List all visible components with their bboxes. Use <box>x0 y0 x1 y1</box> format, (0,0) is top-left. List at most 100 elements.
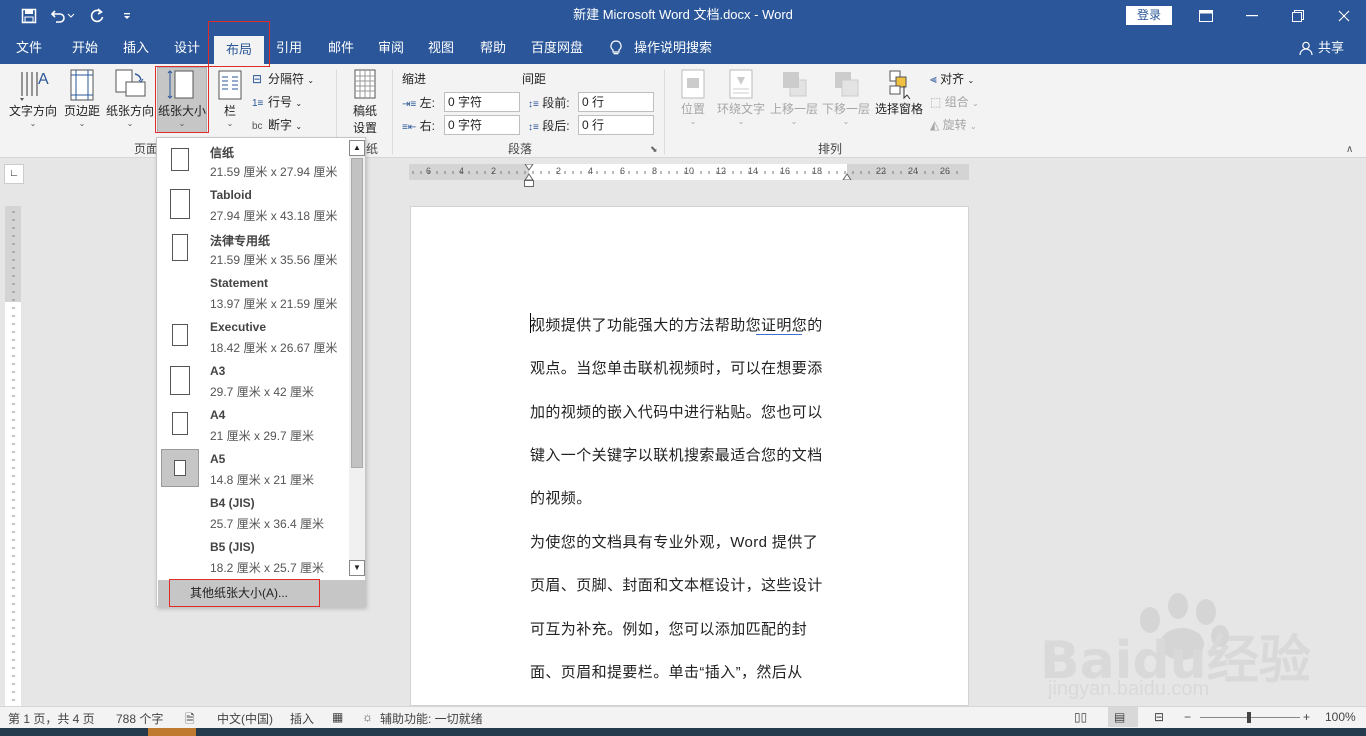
page-count[interactable]: 第 1 页，共 4 页 <box>8 710 95 727</box>
page-setup-group-label: 页面 <box>134 142 159 156</box>
send-backward-icon <box>835 72 859 97</box>
doc-line[interactable]: 视频提供了功能强大的方法帮助您证明您的 <box>530 314 823 335</box>
hyphenation-button[interactable]: bc 断字 ⌄ <box>252 116 328 133</box>
paper-size-item-a3[interactable]: A3 29.7 厘米 x 42 厘米 <box>157 358 349 402</box>
left-indent-marker[interactable] <box>524 180 534 187</box>
ribbon-display-options-icon[interactable] <box>1184 0 1228 32</box>
undo-dropdown-icon[interactable] <box>66 6 76 26</box>
tell-me-search[interactable]: 操作说明搜索 <box>634 32 714 64</box>
ruler-label: 22 <box>876 166 887 176</box>
tab-design[interactable]: 设计 <box>166 32 208 64</box>
send-backward-button[interactable]: 下移一层 ⌄ <box>820 68 872 126</box>
lightbulb-icon <box>606 32 626 64</box>
doc-line[interactable]: 加的视频的嵌入代码中进行粘贴。您也可以 <box>530 401 823 422</box>
read-mode-icon[interactable]: ▯▯ <box>1074 710 1087 724</box>
draft-settings-button[interactable]: 稿纸 设置 <box>345 68 385 136</box>
vertical-ruler[interactable] <box>5 206 21 706</box>
breaks-icon: ⊟ <box>252 72 263 86</box>
zoom-level[interactable]: 100% <box>1325 710 1356 724</box>
tab-baidu-netdisk[interactable]: 百度网盘 <box>526 32 588 64</box>
paper-size-item-legal[interactable]: 法律专用纸 21.59 厘米 x 35.56 厘米 <box>157 226 349 270</box>
dropdown-scrollbar[interactable]: ▲ ▼ <box>349 140 365 576</box>
paper-size-item-executive[interactable]: Executive 18.42 厘米 x 26.67 厘米 <box>157 314 349 358</box>
align-button[interactable]: ⫷ 对齐 ⌄ <box>930 70 974 87</box>
restore-icon[interactable] <box>1276 0 1320 32</box>
paper-size-item-tabloid[interactable]: Tabloid 27.94 厘米 x 43.18 厘米 <box>157 182 349 226</box>
taskbar-edge <box>0 728 1366 736</box>
ruler-label: 26 <box>940 166 951 176</box>
columns-button[interactable]: 栏 ⌄ <box>212 68 248 128</box>
print-layout-glyph: ▤ <box>1114 710 1126 724</box>
highlight-box <box>155 66 209 133</box>
accessibility-status[interactable]: 辅助功能: 一切就绪 <box>380 710 483 727</box>
group-button[interactable]: ⬚ 组合 ⌄ <box>930 93 979 110</box>
paper-size-item-a5[interactable]: A5 14.8 厘米 x 21 厘米 <box>157 446 349 490</box>
close-icon[interactable] <box>1322 0 1366 32</box>
draft-settings-label-2: 设置 <box>352 121 377 135</box>
customize-toolbar-icon[interactable] <box>116 6 138 26</box>
macro-icon[interactable]: ▦ <box>332 710 343 724</box>
word-count[interactable]: 788 个字 <box>116 710 163 727</box>
tab-home[interactable]: 开始 <box>64 32 106 64</box>
doc-line[interactable]: 面、页眉和提要栏。单击“插入”，然后从 <box>530 661 803 682</box>
scroll-up-icon[interactable]: ▲ <box>349 140 365 156</box>
paper-size-item-statement[interactable]: Statement 13.97 厘米 x 21.59 厘米 <box>157 270 349 314</box>
paper-size-item-b4-jis[interactable]: B4 (JIS) 25.7 厘米 x 36.4 厘米 <box>157 490 349 534</box>
doc-line[interactable]: 的视频。 <box>530 487 592 508</box>
minimize-icon[interactable] <box>1230 0 1274 32</box>
paper-size-item-a4[interactable]: A4 21 厘米 x 29.7 厘米 <box>157 402 349 446</box>
doc-line[interactable]: 为使您的文档具有专业外观，Word 提供了 <box>530 531 818 552</box>
doc-line[interactable]: 观点。当您单击联机视频时，可以在想要添 <box>530 357 823 378</box>
collapse-ribbon-icon[interactable]: ∧ <box>1346 144 1353 155</box>
zoom-slider-thumb[interactable] <box>1247 712 1251 723</box>
wrap-text-button[interactable]: 环绕文字 ⌄ <box>714 68 768 126</box>
tab-references[interactable]: 引用 <box>268 32 310 64</box>
ruler-label: 2 <box>556 166 562 176</box>
language-indicator[interactable]: 中文(中国) <box>217 710 273 727</box>
columns-label: 栏 <box>223 104 236 118</box>
tab-view[interactable]: 视图 <box>420 32 462 64</box>
tab-insert[interactable]: 插入 <box>115 32 157 64</box>
scroll-thumb[interactable] <box>351 158 363 468</box>
save-icon[interactable] <box>18 6 40 26</box>
line-numbers-button[interactable]: 1≡ 行号 ⌄ <box>252 93 328 110</box>
hyphenation-icon: bc <box>252 121 263 132</box>
orientation-button[interactable]: 纸张方向 ⌄ <box>104 68 156 128</box>
doc-line[interactable]: 可互为补充。例如，您可以添加匹配的封 <box>530 618 807 639</box>
margins-button[interactable]: 页边距 ⌄ <box>62 68 102 128</box>
paper-size-item-letter[interactable]: 信纸 21.59 厘米 x 27.94 厘米 <box>157 138 349 182</box>
horizontal-ruler[interactable]: 6 4 2 2 4 6 8 10 12 14 16 18 22 24 26 <box>409 164 969 180</box>
redo-icon[interactable] <box>86 6 108 26</box>
zoom-in-icon[interactable]: + <box>1303 710 1310 724</box>
paper-size-item-b5-jis[interactable]: B5 (JIS) 18.2 厘米 x 25.7 厘米 <box>157 534 349 578</box>
login-button[interactable]: 登录 <box>1126 6 1172 25</box>
arrange-group-label: 排列 <box>818 142 843 156</box>
bring-forward-button[interactable]: 上移一层 ⌄ <box>768 68 820 126</box>
indent-left-label: ⇥≡ 左: <box>402 96 435 110</box>
rotate-button[interactable]: ◭ 旋转 ⌄ <box>930 116 977 133</box>
text-direction-button[interactable]: A 文字方向 ⌄ <box>6 68 60 128</box>
indent-right-input[interactable]: 0 字符 <box>444 115 520 135</box>
share-button[interactable]: 共享 <box>1316 32 1346 64</box>
spacing-after-input[interactable]: 0 行 <box>578 115 654 135</box>
tab-file[interactable]: 文件 <box>8 32 50 64</box>
ruler-label: 10 <box>684 166 695 176</box>
zoom-out-icon[interactable]: − <box>1184 710 1191 724</box>
tab-help[interactable]: 帮助 <box>472 32 514 64</box>
tab-review[interactable]: 审阅 <box>370 32 412 64</box>
doc-line[interactable]: 页眉、页脚、封面和文本框设计，这些设计 <box>530 574 823 595</box>
tab-selector-icon[interactable]: ∟ <box>4 164 24 184</box>
breaks-button[interactable]: ⊟ 分隔符 ⌄ <box>252 70 328 87</box>
scroll-down-icon[interactable]: ▼ <box>349 560 365 576</box>
web-layout-icon[interactable]: ⊟ <box>1154 710 1164 724</box>
position-button[interactable]: 位置 ⌄ <box>672 68 714 126</box>
doc-line[interactable]: 键入一个关键字以联机搜索最适合您的文档 <box>530 444 823 465</box>
tab-mailings[interactable]: 邮件 <box>320 32 362 64</box>
indent-left-input[interactable]: 0 字符 <box>444 92 520 112</box>
spacing-before-input[interactable]: 0 行 <box>578 92 654 112</box>
accessibility-icon[interactable]: ☼ <box>362 710 373 724</box>
insert-mode[interactable]: 插入 <box>290 710 314 727</box>
draft-group-label: 纸 <box>366 142 379 156</box>
paragraph-dialog-launcher-icon[interactable]: ⬊ <box>650 144 658 155</box>
selection-pane-button[interactable]: 选择窗格 <box>874 68 924 117</box>
